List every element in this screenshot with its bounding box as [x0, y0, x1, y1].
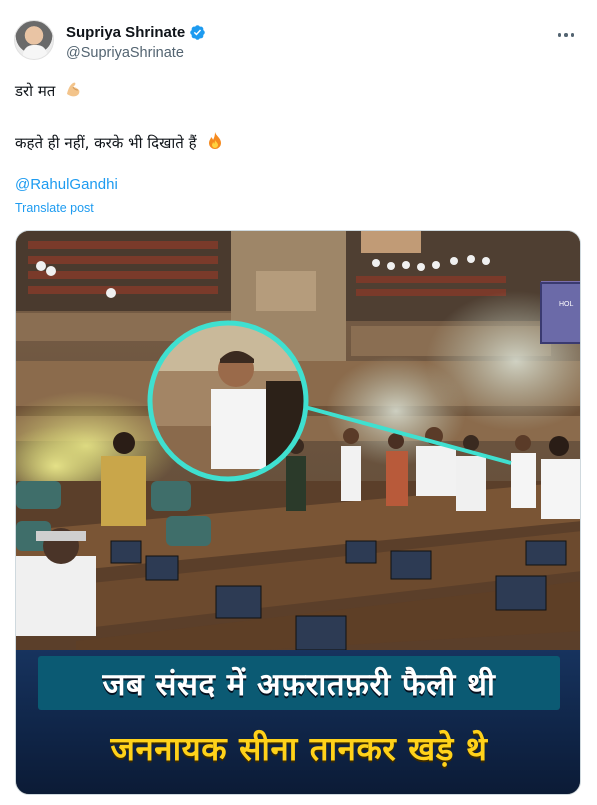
tweet-header: Supriya Shrinate @SupriyaShrinate [14, 14, 584, 62]
verified-badge-icon [190, 25, 205, 40]
tweet-line-2: कहते ही नहीं, करके भी दिखाते हैं [15, 131, 575, 152]
tweet-image[interactable]: HOL जब संसद में अफ़रातफ़री फैली थी जननाय… [15, 230, 581, 795]
image-caption-line-2: जननायक सीना तानकर खड़े थे [110, 729, 488, 768]
screen-text: HOL [559, 301, 574, 308]
mention-link[interactable]: @RahulGandhi [15, 176, 118, 193]
author-display-name[interactable]: Supriya Shrinate [66, 24, 185, 41]
author-handle[interactable]: @SupriyaShrinate [66, 45, 184, 61]
tweet-line-1: डरो मत [15, 79, 575, 100]
tweet-line-2-text: कहते ही नहीं, करके भी दिखाते हैं [15, 134, 197, 152]
avatar[interactable] [14, 20, 54, 60]
more-options-icon[interactable] [554, 26, 578, 44]
image-caption-line-1: जब संसद में अफ़रातफ़री फैली थी [102, 667, 496, 703]
fire-icon [209, 132, 222, 149]
author-name-row[interactable]: Supriya Shrinate [66, 24, 206, 41]
flexed-biceps-icon [67, 82, 80, 97]
tweet-text: डरो मत कहते ही नहीं, करके भी दिखाते हैं [15, 79, 575, 152]
translate-post-link[interactable]: Translate post [15, 201, 94, 215]
tweet-line-1-text: डरो मत [15, 82, 56, 100]
